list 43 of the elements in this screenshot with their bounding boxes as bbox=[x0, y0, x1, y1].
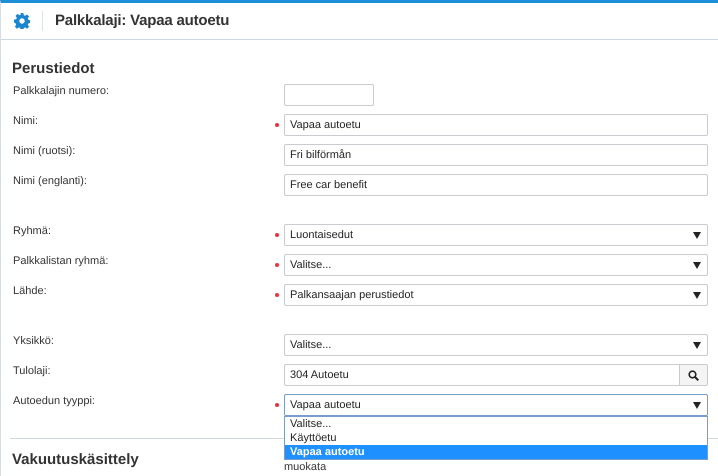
dropdown-caret-icon bbox=[693, 262, 701, 268]
dropdown[interactable]: Luontaisedut bbox=[284, 224, 708, 246]
field-label: Nimi: bbox=[13, 114, 40, 129]
field-label: Ryhmä: bbox=[13, 224, 52, 239]
dropdown-option[interactable]: Käyttöetu bbox=[285, 431, 707, 445]
field-value: Luontaisedut bbox=[290, 228, 353, 243]
settings-icon[interactable] bbox=[14, 13, 30, 29]
field-value: 304 Autoetu bbox=[290, 368, 349, 383]
field-value: Vapaa autoetu bbox=[290, 398, 361, 413]
dropdown-caret-icon bbox=[693, 342, 701, 348]
field-label: Palkkalistan ryhmä: bbox=[13, 254, 110, 269]
text-field[interactable]: Vapaa autoetu bbox=[284, 114, 708, 136]
section-description: muokata bbox=[284, 461, 326, 473]
field-value: Free car benefit bbox=[290, 178, 368, 193]
field-value: Valitse... bbox=[290, 258, 332, 273]
dropdown-option[interactable]: Valitse... bbox=[285, 417, 707, 431]
field-value: Vapaa autoetu bbox=[290, 118, 361, 133]
dropdown-caret-icon bbox=[693, 232, 701, 238]
search-button[interactable] bbox=[680, 364, 708, 386]
field-label: Tulolaji: bbox=[13, 364, 52, 379]
dropdown[interactable]: Vapaa autoetu bbox=[284, 394, 708, 416]
field-label: Yksikkö: bbox=[13, 334, 55, 349]
field-label: Autoedun tyyppi: bbox=[13, 394, 96, 409]
field-label: Lähde: bbox=[13, 284, 48, 299]
text-field[interactable]: Free car benefit bbox=[284, 174, 708, 196]
field-label: Palkkalajin numero: bbox=[13, 84, 110, 99]
dropdown-caret-icon bbox=[693, 292, 701, 298]
dropdown[interactable]: Valitse... bbox=[284, 334, 708, 356]
text-field[interactable]: Fri bilförmån bbox=[284, 144, 708, 166]
dropdown[interactable]: Valitse... bbox=[284, 254, 708, 276]
search-icon bbox=[688, 370, 699, 380]
field-value: Palkansaajan perustiedot bbox=[290, 288, 414, 303]
lookup-field[interactable]: 304 Autoetu bbox=[284, 364, 680, 386]
dropdown-caret-icon bbox=[693, 402, 701, 408]
dropdown[interactable]: Palkansaajan perustiedot bbox=[284, 284, 708, 306]
page-title: Palkkalaji: Vapaa autoetu bbox=[55, 10, 230, 31]
field-value: Fri bilförmån bbox=[290, 148, 352, 163]
section-title: Perustiedot bbox=[11, 59, 96, 79]
number-field[interactable] bbox=[284, 84, 374, 106]
field-label: Nimi (ruotsi): bbox=[13, 144, 76, 159]
field-label: Nimi (englanti): bbox=[13, 174, 88, 189]
field-value: Valitse... bbox=[290, 338, 332, 353]
section-title: Vakuutuskäsittely bbox=[12, 450, 140, 470]
